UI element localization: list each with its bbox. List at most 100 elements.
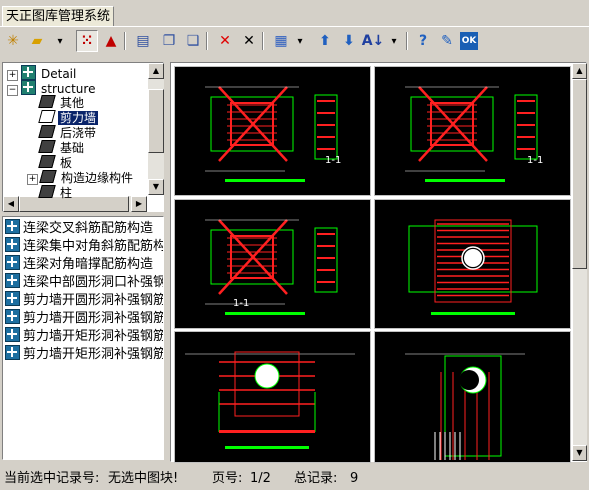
tree-node-label: 板	[60, 156, 73, 170]
list-item-label: 剪力墙开圆形洞补强钢筋	[23, 293, 163, 308]
book-icon	[38, 185, 56, 198]
tree-node-label: Detail	[41, 67, 77, 81]
viewer-scroll-up-icon[interactable]: ▲	[572, 63, 587, 79]
viewer-vertical-scrollbar[interactable]: ▲ ▼	[572, 63, 587, 461]
list-item-label: 连梁集中对角斜筋配筋构	[23, 239, 163, 254]
category-tree[interactable]: ▲ ▼ ◀ ▶ + Detail − structure 其他 剪力墙 后浇带 基础板 + 构造边…	[2, 62, 164, 212]
paste-icon[interactable]: ❏	[182, 30, 204, 52]
toolbar-separator	[262, 32, 264, 50]
table-icon[interactable]: ▤	[132, 30, 154, 52]
list-item[interactable]: 剪力墙开矩形洞补强钢筋	[5, 345, 163, 362]
toolbar: ✳ ▰ ▾ ⁙ ▲ ▤ ❐ ❏ ✕ ✕ ▦ ▾ ⬆ ⬇ A↓ ▾? ✎ OK	[0, 28, 589, 56]
tree-node-label: 柱	[60, 186, 73, 200]
dropdown-arrow-icon[interactable]: ▾	[54, 30, 66, 52]
book-icon	[39, 170, 57, 183]
tree-node-label: 基础	[60, 141, 85, 155]
item-list[interactable]: 连梁交叉斜筋配筋构造 连梁集中对角斜筋配筋构 连梁对角暗撑配筋构造 连梁中部圆形洞口补…	[2, 216, 164, 460]
drawing-thumbnail[interactable]: 1-1	[374, 66, 571, 196]
record-value: 无选中图块!	[108, 471, 179, 486]
section-label: 1-1	[527, 155, 544, 166]
book-icon	[38, 125, 56, 138]
book-icon	[38, 155, 56, 168]
tree-node-label: 构造边缘构件	[61, 171, 134, 185]
record-label: 当前选中记录号:	[4, 471, 100, 486]
edit-icon[interactable]: ✎	[436, 30, 458, 52]
drawing-thumbnail[interactable]: 1-1	[174, 199, 371, 329]
total-value: 9	[350, 471, 359, 486]
tree-node-label: structure	[41, 82, 96, 96]
tree-vertical-scrollbar[interactable]: ▲ ▼	[147, 63, 164, 195]
move-up-icon[interactable]: ⬆	[314, 30, 336, 52]
list-item[interactable]: 剪力墙开矩形洞补强钢筋	[5, 327, 163, 344]
drawing-item-icon	[5, 345, 20, 360]
open-folder-icon[interactable]: ▰	[26, 30, 48, 52]
tree-node[interactable]: 基础	[27, 140, 86, 156]
tree-node[interactable]: 板	[27, 155, 74, 171]
tree-node[interactable]: + Detail	[7, 65, 78, 81]
tree-node[interactable]: + 构造边缘构件	[27, 170, 135, 186]
viewer-scroll-down-icon[interactable]: ▼	[572, 445, 587, 461]
drawing-item-icon	[5, 309, 20, 324]
scroll-left-icon[interactable]: ◀	[3, 196, 19, 212]
help-icon[interactable]: ?	[412, 30, 434, 52]
scroll-right-icon[interactable]: ▶	[131, 196, 147, 212]
tree-horizontal-scrollbar[interactable]: ◀ ▶	[3, 195, 147, 212]
scroll-down-icon[interactable]: ▼	[148, 179, 164, 195]
section-label: 1-1	[233, 298, 250, 309]
drawing-thumbnail[interactable]	[174, 331, 371, 463]
thumbnail-viewer[interactable]: ▲ ▼ 1-1 1-1 1-1	[170, 62, 587, 463]
list-item[interactable]: 剪力墙开圆形洞补强钢筋	[5, 291, 163, 308]
drawing-thumbnail[interactable]	[374, 331, 571, 463]
tree-node-label: 后浇带	[60, 126, 97, 140]
collapse-icon[interactable]: −	[7, 85, 18, 96]
book-icon	[38, 95, 56, 108]
open-book-icon	[38, 110, 56, 123]
move-down-icon[interactable]: ⬇	[338, 30, 360, 52]
expand-icon[interactable]: +	[27, 174, 38, 185]
grid-view-icon[interactable]: ⁙	[76, 30, 98, 52]
copy-icon[interactable]: ❐	[158, 30, 180, 52]
viewer-scroll-thumb[interactable]	[572, 79, 587, 269]
delete-red-icon[interactable]: ✕	[214, 30, 236, 52]
list-item[interactable]: 连梁对角暗撑配筋构造	[5, 255, 163, 272]
toolbar-separator	[124, 32, 126, 50]
tree-node[interactable]: − structure	[7, 80, 97, 96]
drawing-thumbnail[interactable]: 1-1	[174, 66, 371, 196]
triangle-view-icon[interactable]: ▲	[100, 30, 122, 52]
tree-node-label: 剪力墙	[58, 111, 99, 125]
toolbar-separator	[206, 32, 208, 50]
list-item-label: 剪力墙开圆形洞补强钢筋	[23, 311, 163, 326]
drawing-item-icon	[5, 327, 20, 342]
sort-az-icon[interactable]: A↓	[362, 30, 385, 52]
list-item-label: 连梁交叉斜筋配筋构造	[23, 221, 154, 236]
drawing-thumbnail[interactable]	[374, 199, 571, 329]
ok-icon[interactable]: OK	[460, 32, 478, 50]
tree-node[interactable]: 后浇带	[27, 125, 98, 141]
layout-icon[interactable]: ▦	[270, 30, 292, 52]
book-icon	[38, 140, 56, 153]
list-item-label: 剪力墙开矩形洞补强钢筋	[23, 329, 163, 344]
drawing-item-icon	[5, 237, 20, 252]
tab-divider	[0, 26, 589, 27]
list-item[interactable]: 连梁集中对角斜筋配筋构	[5, 237, 163, 254]
tab-library-manager[interactable]: 天正图库管理系统	[2, 6, 114, 26]
sort-dropdown-icon[interactable]: ▾	[388, 30, 400, 52]
toolbar-separator	[406, 32, 408, 50]
list-item[interactable]: 剪力墙开圆形洞补强钢筋	[5, 309, 163, 326]
scroll-up-icon[interactable]: ▲	[148, 63, 164, 79]
tree-scroll-thumb[interactable]	[148, 89, 164, 153]
delete-black-icon[interactable]: ✕	[238, 30, 260, 52]
drawing-item-icon	[5, 255, 20, 270]
tree-node[interactable]: 剪力墙	[27, 110, 99, 126]
list-item[interactable]: 连梁交叉斜筋配筋构造	[5, 219, 163, 236]
tree-node[interactable]: 其他	[27, 95, 86, 111]
layout-dropdown-icon[interactable]: ▾	[294, 30, 306, 52]
drawing-item-icon	[5, 273, 20, 288]
list-item[interactable]: 连梁中部圆形洞口补强钢	[5, 273, 163, 290]
tree-node[interactable]: 柱	[27, 185, 74, 201]
list-item-label: 剪力墙开矩形洞补强钢筋	[23, 347, 163, 362]
new-icon[interactable]: ✳	[2, 30, 24, 52]
page-value: 1/2	[250, 471, 271, 486]
folder-node-icon	[21, 80, 36, 95]
status-bar: 当前选中记录号: 无选中图块! 页号: 1/2 总记录: 9	[0, 468, 589, 490]
